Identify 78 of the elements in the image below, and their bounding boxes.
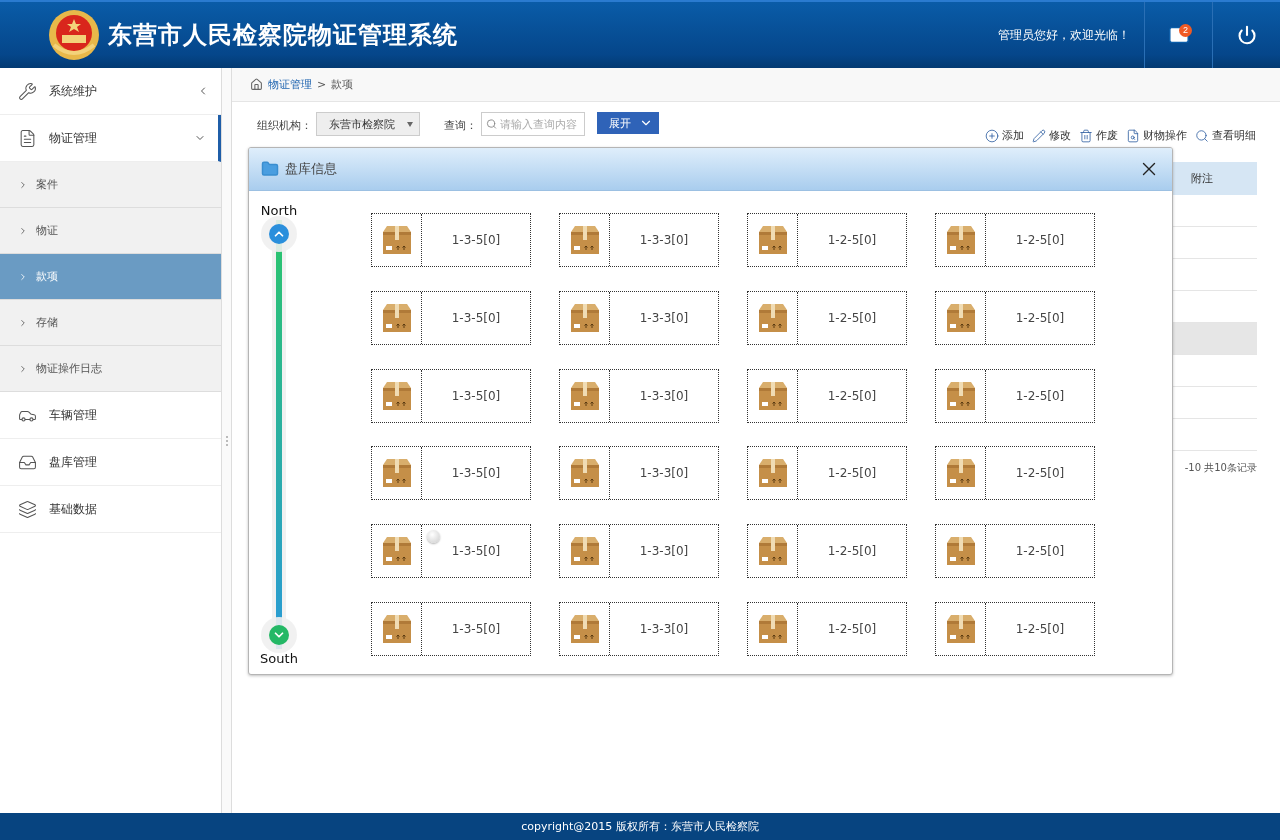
expand-button[interactable]: 展开 — [597, 112, 659, 134]
slot-label: 1-3-3[0] — [638, 621, 690, 638]
breadcrumb-current: 款项 — [331, 77, 354, 92]
storage-slot[interactable]: 1-3-3[0] — [559, 213, 719, 267]
slot-label: 1-2-5[0] — [826, 465, 878, 483]
toolbar-action[interactable]: 查看明细 — [1195, 128, 1256, 143]
sidebar-subitem[interactable]: 物证 — [0, 208, 221, 254]
south-label: South — [260, 651, 298, 666]
slot-label: 1-2-5[0] — [1014, 232, 1066, 249]
sidebar-subitem[interactable]: 案件 — [0, 162, 221, 208]
slot-label: 1-3-3[0] — [638, 465, 690, 483]
toolbar-action[interactable]: 修改 — [1032, 128, 1071, 143]
slot-label: 1-2-5[0] — [1014, 309, 1066, 327]
slot-label: 1-3-5[0] — [450, 543, 502, 561]
query-label: 查询： — [444, 118, 477, 133]
slot-label: 1-3-3[0] — [638, 309, 690, 327]
sidebar-subitem[interactable]: 物证操作日志 — [0, 346, 221, 392]
storage-slot[interactable]: 1-2-5[0] — [747, 446, 907, 501]
slot-label: 1-2-5[0] — [1014, 387, 1066, 405]
slot-label: 1-3-5[0] — [450, 621, 502, 638]
storage-slot[interactable]: 1-3-5[0] — [371, 602, 531, 656]
pager-text: -10 共10条记录 — [1184, 462, 1257, 473]
storage-slot[interactable]: 1-3-3[0] — [559, 602, 719, 656]
storage-slot[interactable]: 1-3-5[0] — [371, 290, 531, 345]
slot-label: 1-3-3[0] — [638, 543, 690, 561]
breadcrumb-separator: > — [317, 78, 327, 91]
slot-label: 1-3-3[0] — [638, 387, 690, 405]
slot-label: 1-2-5[0] — [1014, 621, 1066, 638]
slot-label: 1-2-5[0] — [1014, 543, 1066, 561]
sidebar-item[interactable]: 基础数据 — [0, 486, 221, 533]
storage-slot[interactable]: 1-3-3[0] — [559, 290, 719, 345]
slot-label: 1-3-5[0] — [450, 232, 502, 249]
system-title: 东营市人民检察院物证管理系统 — [108, 19, 459, 51]
slot-label: 1-2-5[0] — [826, 621, 878, 638]
storage-slot[interactable]: 1-2-5[0] — [747, 368, 907, 423]
sidebar-item[interactable]: 系统维护 — [0, 68, 221, 115]
slot-label: 1-3-3[0] — [638, 232, 690, 249]
storage-slot[interactable]: 1-2-5[0] — [935, 524, 1095, 579]
org-select[interactable]: 东营市检察院 — [316, 112, 420, 136]
storage-slot[interactable]: 1-2-5[0] — [747, 290, 907, 345]
storage-slot[interactable]: 1-3-3[0] — [559, 524, 719, 579]
column-header: 附注 — [1190, 171, 1214, 186]
storage-slot[interactable]: 1-2-5[0] — [747, 213, 907, 267]
greeting-text: 管理员您好，欢迎光临！ — [998, 26, 1130, 44]
storage-slot[interactable]: 1-2-5[0] — [747, 602, 907, 656]
sidebar-item[interactable]: 盘库管理 — [0, 439, 221, 486]
slot-label: 1-2-5[0] — [826, 309, 878, 327]
notification-badge: 2 — [1179, 24, 1192, 37]
slot-label: 1-2-5[0] — [826, 232, 878, 249]
slot-label: 1-3-5[0] — [450, 309, 502, 327]
dialog-title: 盘库信息 — [285, 160, 338, 178]
storage-slot[interactable]: 1-2-5[0] — [747, 524, 907, 579]
storage-slot[interactable]: 1-2-5[0] — [935, 446, 1095, 501]
storage-slot[interactable]: 1-3-5[0] — [371, 368, 531, 423]
storage-slot[interactable]: 1-3-3[0] — [559, 368, 719, 423]
toolbar-action[interactable]: 作废 — [1079, 128, 1118, 143]
search-field[interactable]: 请输入查询内容 — [481, 112, 585, 136]
slot-label: 1-3-5[0] — [450, 387, 502, 405]
copyright-text: copyright@2015 版权所有：东营市人民检察院 — [521, 819, 759, 834]
storage-slot[interactable]: 1-3-3[0] — [559, 446, 719, 501]
slot-label: 1-2-5[0] — [826, 543, 878, 561]
north-label: North — [260, 203, 298, 218]
storage-slot[interactable]: 1-2-5[0] — [935, 213, 1095, 267]
slot-label: 1-3-5[0] — [450, 465, 502, 483]
sidebar-subitem[interactable]: 存储 — [0, 300, 221, 346]
breadcrumb-link[interactable]: 物证管理 — [268, 77, 312, 92]
slot-label: 1-2-5[0] — [826, 387, 878, 405]
storage-slot[interactable]: 1-3-5[0] — [371, 446, 531, 501]
sidebar-item[interactable]: 车辆管理 — [0, 392, 221, 439]
storage-slot[interactable]: 1-3-5[0] — [371, 524, 531, 579]
slot-label: 1-2-5[0] — [1014, 465, 1066, 483]
toolbar-action[interactable]: 财物操作 — [1126, 128, 1187, 143]
toolbar-action[interactable]: 添加 — [985, 128, 1024, 143]
storage-slot[interactable]: 1-2-5[0] — [935, 290, 1095, 345]
storage-slot[interactable]: 1-2-5[0] — [935, 368, 1095, 423]
org-label: 组织机构： — [257, 118, 312, 133]
storage-slot[interactable]: 1-3-5[0] — [371, 213, 531, 267]
storage-slot[interactable]: 1-2-5[0] — [935, 602, 1095, 656]
